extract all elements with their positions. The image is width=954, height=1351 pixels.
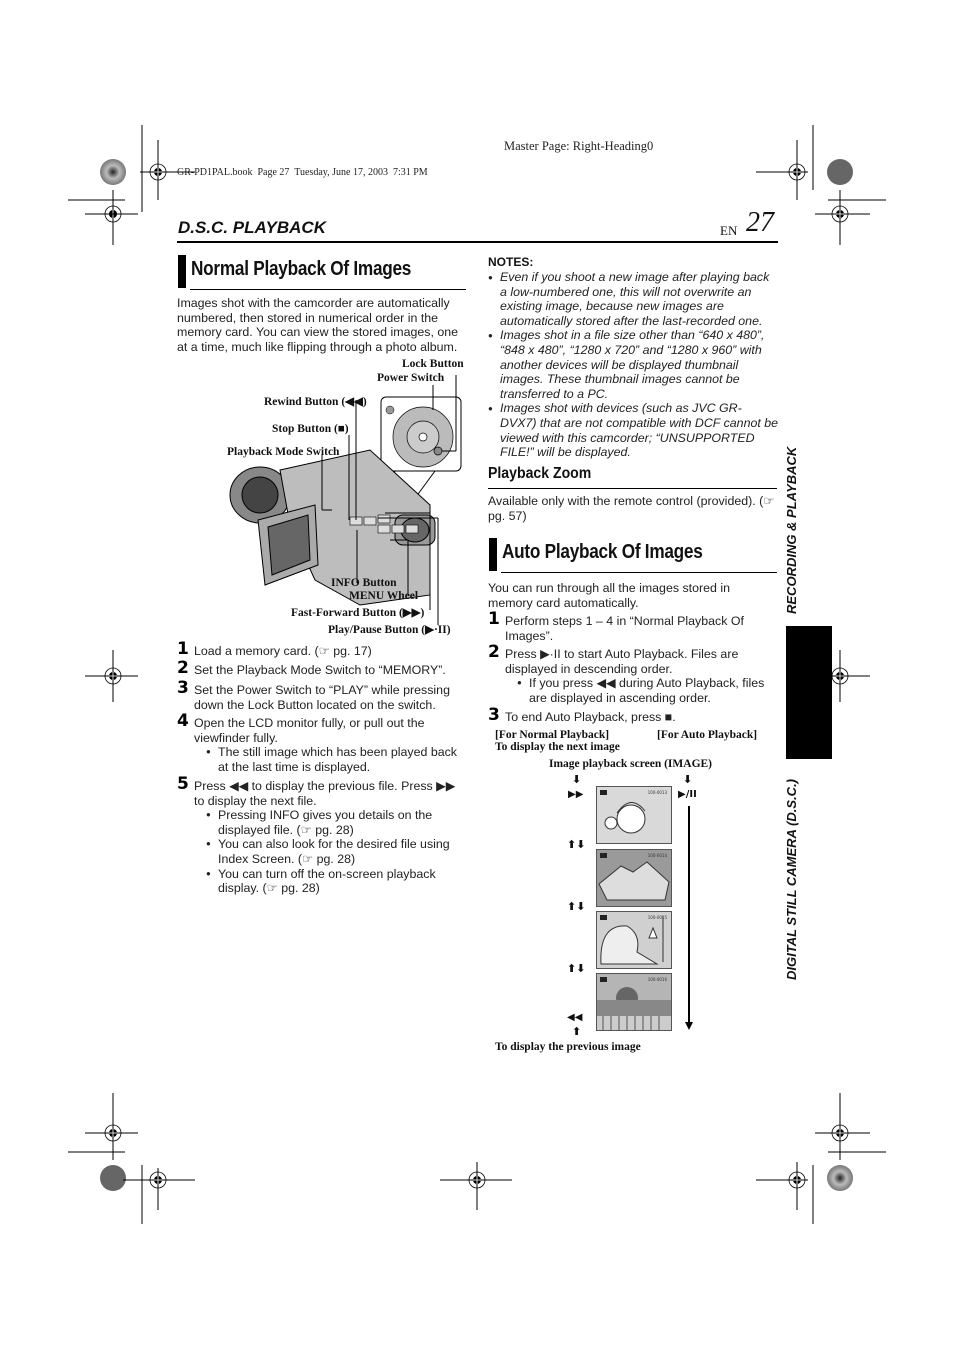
thumbnail-3: 100-0015 xyxy=(596,911,672,969)
rewind-button-label: Rewind Button (◀◀) xyxy=(264,396,367,408)
down-arrow-icon: ⬇ xyxy=(683,773,693,786)
auto-step-3: 3 To end Auto Playback, press ■. xyxy=(488,705,676,725)
color-bar-right-top xyxy=(827,159,853,185)
auto-playback-label: [For Auto Playback] xyxy=(657,729,758,741)
heading-bar xyxy=(489,538,497,571)
auto-direction-arrow xyxy=(685,806,693,1030)
language-code: EN xyxy=(720,223,738,238)
auto-step-2-bullet: If you press ◀◀ during Auto Playback, fi… xyxy=(517,676,778,705)
image-playback-screen-label: Image playback screen (IMAGE) xyxy=(549,758,713,770)
zoom-rule xyxy=(488,488,777,489)
master-page-label: Master Page: Right-Heading0 xyxy=(504,139,654,153)
normal-playback-title: Normal Playback Of Images xyxy=(191,258,412,280)
auto-step-1: 1 Perform steps 1 – 4 in “Normal Playback… xyxy=(488,609,744,643)
down-arrow-icon: ⬇ xyxy=(572,773,582,786)
playback-mode-switch-label: Playback Mode Switch xyxy=(227,446,340,458)
playback-zoom-text: Available only with the remote control (… xyxy=(488,494,775,523)
image-icon xyxy=(600,790,607,795)
notes-list: Even if you shoot a new image after play… xyxy=(488,270,778,460)
normal-intro: Images shot with the camcorder are autom… xyxy=(177,296,459,354)
menu-wheel-label: MENU Wheel xyxy=(349,590,419,602)
next-image-label: To display the next image xyxy=(495,741,620,753)
up-down-arrow-icon: ⬆⬇ xyxy=(567,838,586,851)
fast-forward-icon: ▶▶ xyxy=(568,789,584,800)
normal-step-2: 2 Set the Playback Mode Switch to “MEMORY… xyxy=(177,658,446,678)
stop-button-label: Stop Button (■) xyxy=(272,423,349,435)
section-header: D.S.C. PLAYBACK xyxy=(178,218,326,237)
thumbnail-2: 100-0014 xyxy=(596,849,672,907)
color-bar-left-bottom xyxy=(100,1165,126,1191)
up-arrow-icon: ⬆ xyxy=(572,1025,582,1038)
heading-rule xyxy=(190,289,466,290)
thumbnail-1: 100-0013 xyxy=(596,786,672,844)
up-down-arrow-icon: ⬆⬇ xyxy=(567,900,586,913)
image-icon xyxy=(600,853,607,858)
previous-image-label: To display the previous image xyxy=(495,1041,641,1053)
normal-step-4: 4 Open the LCD monitor fully, or pull out… xyxy=(177,713,467,774)
normal-step-3: 3 Set the Power Switch to “PLAY” while pr… xyxy=(177,678,450,712)
auto-step-2: 2 Press ▶·II to start Auto Playback. File… xyxy=(488,644,778,705)
up-down-arrow-icon: ⬆⬇ xyxy=(567,962,586,975)
play-pause-icon: ▶/II xyxy=(678,789,697,800)
normal-step-5: 5 Press ◀◀ to display the previous file. … xyxy=(177,776,469,896)
rewind-icon: ◀◀ xyxy=(567,1012,583,1023)
side-tab-marker xyxy=(786,626,832,759)
side-tab-recording-playback: RECORDING & PLAYBACK xyxy=(784,446,799,614)
step-4-bullet: The still image which has been played ba… xyxy=(206,745,467,774)
thumbnail-4: 100-0016 xyxy=(596,973,672,1031)
image-icon xyxy=(600,915,607,920)
info-button-label: INFO Button xyxy=(331,577,397,589)
heading-bar xyxy=(178,255,186,288)
header-rule xyxy=(177,241,778,243)
book-info: GR-PD1PAL.book Page 27 Tuesday, June 17,… xyxy=(177,167,428,178)
color-bar-left-top xyxy=(100,159,126,185)
note-item: Images shot in a file size other than “6… xyxy=(488,328,778,401)
lock-button-label: Lock Button xyxy=(402,358,464,370)
power-switch-label: Power Switch xyxy=(377,372,445,384)
camcorder-diagram: Lock Button Power Switch Rewind Button (… xyxy=(220,355,470,636)
page-number: 27 xyxy=(746,207,774,238)
side-tab-dsc: DIGITAL STILL CAMERA (D.S.C.) xyxy=(784,778,799,980)
note-item: Even if you shoot a new image after play… xyxy=(488,270,778,328)
playback-zoom-title: Playback Zoom xyxy=(488,465,592,482)
note-item: Images shot with devices (such as JVC GR… xyxy=(488,401,778,459)
auto-playback-title: Auto Playback Of Images xyxy=(502,541,703,563)
normal-step-1: 1 Load a memory card. (☞ pg. 17) xyxy=(177,639,372,659)
step-5-bullet-display: You can turn off the on-screen playback … xyxy=(206,867,469,896)
normal-playback-label: [For Normal Playback] xyxy=(495,729,610,741)
auto-intro: You can run through all the images store… xyxy=(488,581,731,610)
notes-title: NOTES: xyxy=(488,255,534,269)
fast-forward-button-label: Fast-Forward Button (▶▶) xyxy=(291,607,425,619)
image-icon xyxy=(600,977,607,982)
play-pause-button-label: Play/Pause Button (▶·II) xyxy=(328,624,451,636)
step-5-bullet-index: You can also look for the desired file u… xyxy=(206,837,469,866)
step-5-bullet-info: Pressing INFO gives you details on the d… xyxy=(206,808,469,837)
heading-rule xyxy=(501,572,777,573)
color-bar-right-bottom xyxy=(827,1165,853,1191)
